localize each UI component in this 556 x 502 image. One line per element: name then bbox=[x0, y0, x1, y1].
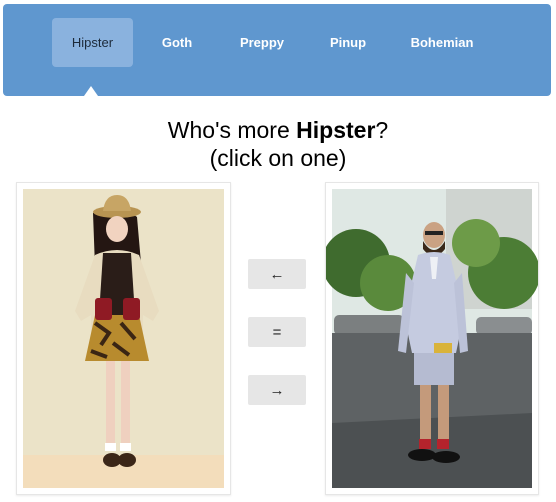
right-outfit-photo[interactable] bbox=[326, 183, 538, 494]
style-navbar: Hipster Goth Preppy Pinup Bohemian bbox=[3, 4, 551, 96]
question-suffix: ? bbox=[375, 117, 389, 143]
tie-button[interactable]: = bbox=[248, 317, 306, 347]
tab-hipster[interactable]: Hipster bbox=[52, 18, 133, 67]
tab-pinup[interactable]: Pinup bbox=[320, 18, 376, 67]
tab-goth[interactable]: Goth bbox=[148, 18, 206, 67]
question-prefix: Who's more bbox=[167, 117, 297, 143]
left-wins-button[interactable]: ← bbox=[248, 259, 306, 289]
right-wins-button[interactable]: → bbox=[248, 375, 306, 405]
question-style: Hipster bbox=[296, 117, 376, 143]
click-instruction: (click on one) bbox=[209, 145, 347, 171]
left-photo-card[interactable] bbox=[16, 182, 231, 495]
active-tab-caret bbox=[84, 86, 98, 96]
right-photo-card[interactable] bbox=[325, 182, 539, 495]
tab-bohemian[interactable]: Bohemian bbox=[399, 18, 485, 67]
left-outfit-photo[interactable] bbox=[17, 183, 230, 494]
question-heading: Who's more Hipster? (click on one) bbox=[0, 116, 556, 172]
tab-preppy[interactable]: Preppy bbox=[229, 18, 295, 67]
